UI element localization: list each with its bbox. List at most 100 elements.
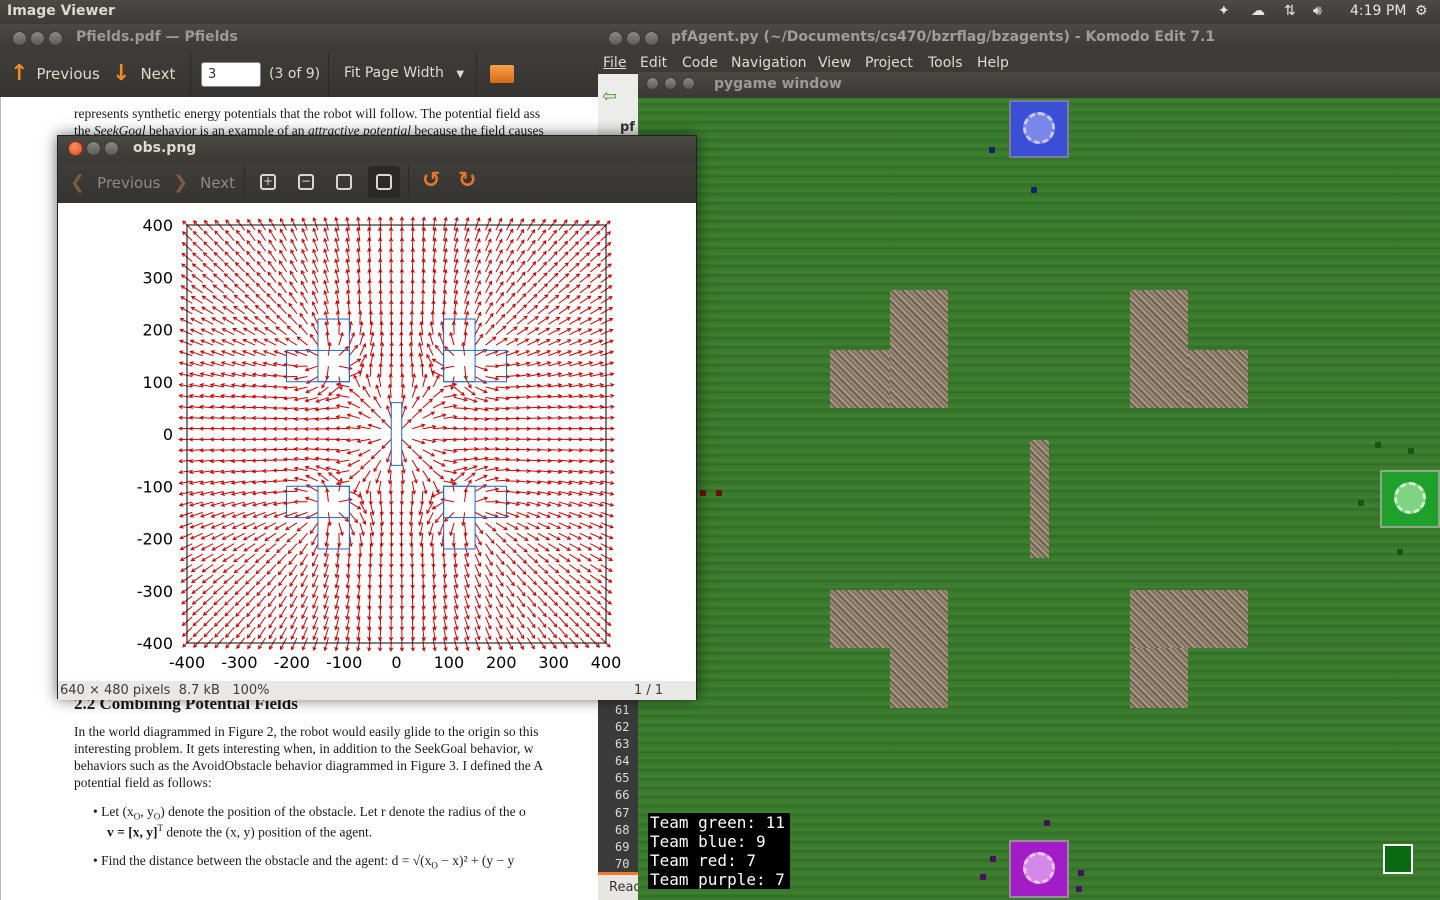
tab-fragment[interactable]: pf	[620, 120, 635, 135]
field-arrow	[506, 574, 515, 586]
close-button[interactable]	[646, 77, 659, 90]
green-tank	[1397, 549, 1403, 555]
next-page-button[interactable]: ↓ Next	[112, 61, 175, 86]
y-tick-label: 0	[163, 425, 173, 444]
menu-file[interactable]: File	[603, 55, 626, 71]
field-arrow	[422, 386, 431, 398]
previous-image-button[interactable]: ❮ Previous	[70, 172, 161, 193]
next-image-button[interactable]: ❯ Next	[173, 172, 235, 193]
menu-code[interactable]: Code	[682, 55, 718, 71]
close-button[interactable]	[12, 31, 27, 46]
menu-view[interactable]: View	[818, 55, 851, 71]
field-arrow	[264, 532, 277, 541]
field-arrow	[537, 574, 548, 585]
field-arrow	[590, 574, 602, 583]
network-icon[interactable]: ⇅	[1284, 3, 1296, 19]
purple-tank	[980, 874, 986, 880]
cloud-icon[interactable]: ☁	[1251, 3, 1265, 19]
field-arrow	[537, 585, 548, 596]
score-purple: Team purple: 7	[650, 870, 785, 889]
menu-edit[interactable]: Edit	[640, 55, 667, 71]
dropbox-icon[interactable]: ✦	[1218, 3, 1230, 19]
field-arrow	[506, 553, 516, 565]
field-arrow	[411, 396, 420, 409]
field-arrow	[569, 574, 580, 584]
field-arrow	[600, 637, 611, 648]
menu-navigation[interactable]: Navigation	[731, 55, 807, 71]
minimize-button[interactable]	[86, 141, 101, 156]
field-arrow	[201, 543, 214, 551]
zoom-in-icon[interactable]: +	[260, 174, 276, 190]
field-arrow	[537, 305, 549, 315]
field-arrow	[338, 346, 349, 356]
folder-icon[interactable]	[490, 65, 514, 83]
previous-label: Previous	[97, 173, 161, 192]
field-arrow	[192, 252, 204, 262]
field-arrow	[506, 543, 517, 553]
maximize-button[interactable]	[644, 31, 659, 46]
field-arrow	[432, 543, 434, 557]
minimize-button[interactable]	[626, 31, 641, 46]
field-arrow	[213, 595, 224, 606]
pdf-titlebar: Pfields.pdf — Pfields	[0, 24, 598, 52]
field-arrow	[360, 398, 371, 409]
field-arrow	[474, 522, 483, 534]
field-arrow	[362, 470, 371, 482]
best-fit-button[interactable]	[368, 166, 400, 198]
zoom-select[interactable]: Fit Page Width ▼	[344, 65, 464, 81]
maximize-button[interactable]	[682, 77, 695, 90]
rotate-left-icon[interactable]: ↺	[422, 168, 440, 193]
zoom-out-icon[interactable]: −	[298, 174, 314, 190]
gear-icon[interactable]: ⚙	[1415, 3, 1428, 19]
field-arrow	[568, 230, 579, 242]
field-arrow	[254, 316, 266, 325]
field-arrow	[516, 250, 525, 262]
field-arrow	[568, 252, 579, 262]
x-tick-label: 400	[591, 653, 622, 672]
field-arrow	[589, 616, 601, 627]
line-number: 64	[615, 754, 630, 769]
minimize-button[interactable]	[664, 77, 677, 90]
field-arrow	[506, 522, 519, 530]
rotate-right-icon[interactable]: ↻	[458, 168, 476, 193]
field-arrow	[225, 230, 235, 241]
field-arrow	[579, 543, 592, 551]
minimize-button[interactable]	[30, 31, 45, 46]
field-arrow	[245, 585, 256, 596]
field-arrow	[558, 230, 568, 241]
field-arrow	[298, 532, 308, 544]
menu-tools[interactable]: Tools	[928, 55, 963, 71]
previous-page-button[interactable]: ↑ Previous	[10, 61, 100, 86]
close-button[interactable]	[68, 141, 83, 156]
field-arrow	[233, 316, 245, 325]
page-number-input[interactable]: 3	[201, 62, 261, 87]
field-arrow	[547, 627, 557, 638]
menu-project[interactable]: Project	[865, 55, 913, 71]
field-arrow	[254, 543, 266, 552]
bullet-item: • Find the distance between the obstacle…	[93, 853, 515, 871]
purple-base	[1009, 840, 1069, 898]
field-arrow	[506, 585, 515, 597]
field-arrow	[444, 346, 455, 356]
line-number: 65	[615, 771, 630, 786]
game-field[interactable]: Team green: 11 Team blue: 9 Team red: 7 …	[638, 98, 1440, 900]
volume-icon[interactable]: 🔊︎	[1313, 3, 1322, 19]
field-arrow	[537, 627, 546, 639]
maximize-button[interactable]	[104, 141, 119, 156]
field-arrow	[191, 553, 203, 562]
field-arrow	[359, 543, 361, 557]
quiver-plot: 400 300 200 100 0 -100 -200 -300 -400 -400 -300 -2…	[137, 216, 622, 672]
komodo-titlebar: pfAgent.py (~/Documents/cs470/bzrflag/bz…	[598, 24, 1440, 52]
close-button[interactable]	[608, 31, 623, 46]
field-arrow	[558, 241, 568, 252]
maximize-button[interactable]	[48, 31, 63, 46]
menu-help[interactable]: Help	[977, 55, 1009, 71]
field-arrow	[589, 626, 600, 637]
field-arrow	[267, 574, 277, 586]
team-color-indicator	[1383, 844, 1413, 874]
field-arrow	[279, 606, 287, 618]
field-arrow	[506, 292, 516, 304]
normal-size-icon[interactable]	[336, 174, 352, 190]
clock[interactable]: 4:19 PM	[1350, 3, 1406, 19]
back-arrow-icon[interactable]: ⇦	[602, 86, 617, 107]
